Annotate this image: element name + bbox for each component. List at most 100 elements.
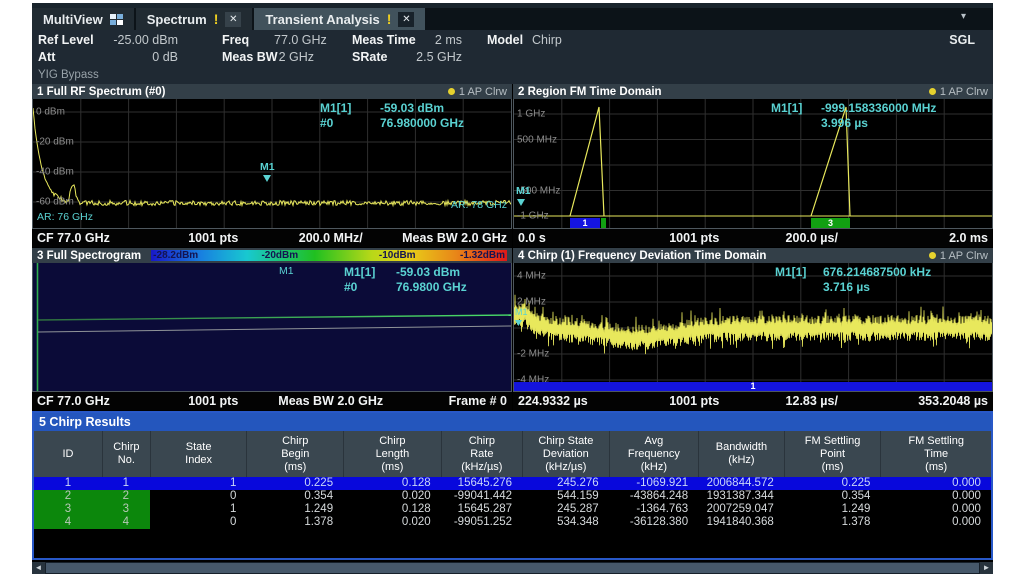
column-header[interactable]: Chirp State Deviation (kHz/µs) <box>522 431 609 477</box>
panel1-title: 1 Full RF Spectrum (#0) <box>37 86 165 98</box>
marker-readout: M1[1]676.214687500 kHz3.716 µs <box>775 264 989 294</box>
tab-overflow-caret-icon[interactable]: ▾ <box>961 11 966 22</box>
table-cell: 0 <box>150 516 247 529</box>
table-row[interactable]: 3311.2490.12815645.287245.287-1364.76320… <box>34 503 991 516</box>
info-cell: 1001 pts <box>155 394 273 408</box>
y-axis-label: -40 dBm <box>36 167 74 178</box>
setting-value[interactable]: 77.0 GHz <box>274 33 314 47</box>
setting-value[interactable]: Chirp <box>532 33 592 47</box>
colorbar-label: -20dBm <box>261 250 298 261</box>
panel-full-spectrogram[interactable]: 3 Full Spectrogram -28.2dBm-20dBm-10dBm-… <box>32 248 512 410</box>
table-cell: 4 <box>102 516 150 529</box>
y-axis-label: -2 MHz <box>517 349 549 360</box>
y-axis-label: 1 GHz <box>517 109 545 120</box>
tab-transient-analysis[interactable]: Transient Analysis!✕ <box>254 8 425 30</box>
table-cell: 1.378 <box>784 516 881 529</box>
column-header[interactable]: Chirp Rate (kHz/µs) <box>441 431 522 477</box>
info-cell: 1001 pts <box>155 231 273 245</box>
results-table-body: 1110.2250.12815645.276245.276-1069.92120… <box>34 477 991 529</box>
colorbar-label: -1.32dBm <box>460 250 505 261</box>
panel3-header[interactable]: 3 Full Spectrogram -28.2dBm-20dBm-10dBm-… <box>32 248 512 263</box>
panel4-chart[interactable]: 4 MHz2 MHz-2 MHz-4 MHzM1[1]676.214687500… <box>513 263 993 392</box>
info-cell: Meas BW 2.0 GHz <box>272 394 390 408</box>
panel2-title: 2 Region FM Time Domain <box>518 86 662 98</box>
column-header[interactable]: State Index <box>150 431 247 477</box>
panel-full-rf-spectrum[interactable]: 1 Full RF Spectrum (#0) 1 AP Clrw 0 dBm-… <box>32 84 512 247</box>
marker-annotation: M1 <box>516 185 531 197</box>
marker-annotation: M1 <box>515 307 528 317</box>
tab-multiview[interactable]: MultiView <box>32 8 134 30</box>
setting-value[interactable]: 2 ms <box>422 33 462 47</box>
scroll-left-arrow[interactable]: ◄ <box>32 562 45 574</box>
setting-value[interactable]: 2.5 GHz <box>404 50 462 64</box>
table-cell: 3 <box>102 503 150 516</box>
panel3-chart[interactable]: M1[1]-59.03 dBm#076.9800 GHzM1 <box>32 263 512 392</box>
table-cell: 1.378 <box>246 516 343 529</box>
region-marker-1[interactable]: 1 <box>514 382 992 391</box>
y-axis-label: -20 dBm <box>36 137 74 148</box>
info-cell: 0.0 s <box>518 231 636 245</box>
column-header[interactable]: Chirp Length (ms) <box>343 431 441 477</box>
horizontal-scrollbar[interactable]: ◄ ► <box>32 562 993 574</box>
table-cell: 544.159 <box>522 490 609 503</box>
info-cell: 2.0 ms <box>871 231 989 245</box>
column-header[interactable]: Bandwidth (kHz) <box>698 431 784 477</box>
marker-readout: M1[1]-59.03 dBm#076.980000 GHz <box>320 100 508 130</box>
scroll-right-arrow[interactable]: ► <box>980 562 993 574</box>
info-cell: 224.9332 µs <box>518 394 636 408</box>
region-marker-1[interactable]: 1 <box>570 218 600 228</box>
table-row[interactable]: 2200.3540.020-99041.442544.159-43864.248… <box>34 490 991 503</box>
panel1-axis-info-bar: CF 77.0 GHz1001 pts200.0 MHz/Meas BW 2.0… <box>32 229 512 247</box>
info-cell: Meas BW 2.0 GHz <box>390 231 508 245</box>
table-cell: -1364.763 <box>609 503 698 516</box>
region-marker-3[interactable]: 3 <box>811 218 850 228</box>
table-cell: 1941840.368 <box>698 516 784 529</box>
y-axis-label: -1 GHz <box>517 211 549 222</box>
column-header[interactable]: ID <box>34 431 102 477</box>
marker-name: #0 <box>320 116 380 130</box>
table-cell: 1 <box>150 503 247 516</box>
table-cell: 2 <box>34 490 102 503</box>
table-cell: -99051.252 <box>441 516 522 529</box>
panel4-header[interactable]: 4 Chirp (1) Frequency Deviation Time Dom… <box>513 248 993 263</box>
column-header[interactable]: FM Settling Time (ms) <box>880 431 991 477</box>
info-cell: 1001 pts <box>636 231 754 245</box>
column-header[interactable]: FM Settling Point (ms) <box>784 431 881 477</box>
tab-spectrum[interactable]: Spectrum!✕ <box>136 8 253 30</box>
close-icon[interactable]: ✕ <box>225 12 241 27</box>
table-cell: 0.000 <box>880 503 991 516</box>
results-table-header: IDChirp No.State IndexChirp Begin (ms)Ch… <box>34 431 991 477</box>
table-cell: 1 <box>150 477 247 490</box>
info-cell: 200.0 MHz/ <box>272 231 390 245</box>
table-cell: 0.354 <box>784 490 881 503</box>
column-header[interactable]: Chirp No. <box>102 431 150 477</box>
panel2-header[interactable]: 2 Region FM Time Domain 1 AP Clrw <box>513 84 993 99</box>
marker-name: M1[1] <box>320 101 380 115</box>
setting-value[interactable]: -25.00 dBm <box>92 33 178 47</box>
panel2-trace-label: 1 AP Clrw <box>929 86 988 98</box>
close-icon[interactable]: ✕ <box>398 12 414 27</box>
scroll-thumb[interactable] <box>46 563 979 573</box>
panel-chirp-frequency-deviation[interactable]: 4 Chirp (1) Frequency Deviation Time Dom… <box>513 248 993 410</box>
panel-region-fm-time-domain[interactable]: 2 Region FM Time Domain 1 AP Clrw 1 GHz5… <box>513 84 993 247</box>
panel1-chart[interactable]: 0 dBm-20 dBm-40 dBm-60 dBmM1[1]-59.03 dB… <box>32 99 512 229</box>
table-row[interactable]: 1110.2250.12815645.276245.276-1069.92120… <box>34 477 991 490</box>
warning-icon: ! <box>387 11 392 27</box>
marker-annotation: M1 <box>279 265 294 277</box>
setting-value[interactable]: 0 dB <box>92 50 178 64</box>
results-title-bar[interactable]: 5 Chirp Results <box>34 413 991 431</box>
info-cell: CF 77.0 GHz <box>37 231 155 245</box>
channel-tab-bar: MultiViewSpectrum!✕Transient Analysis!✕ <box>32 8 993 30</box>
table-row[interactable]: 4401.3780.020-99051.252534.348-36128.380… <box>34 516 991 529</box>
panel-chirp-results[interactable]: 5 Chirp Results IDChirp No.State IndexCh… <box>32 411 993 560</box>
tab-label: Spectrum <box>147 12 207 27</box>
column-header[interactable]: Chirp Begin (ms) <box>246 431 343 477</box>
column-header[interactable]: Avg Frequency (kHz) <box>609 431 698 477</box>
marker-value: 3.716 µs <box>823 280 989 294</box>
setting-value[interactable]: 2 GHz <box>274 50 314 64</box>
table-cell: 1.249 <box>784 503 881 516</box>
table-cell: 15645.287 <box>441 503 522 516</box>
panel2-chart[interactable]: 1 GHz500 MHz-500 MHz-1 GHzM1[1]-999.1583… <box>513 99 993 229</box>
panel1-header[interactable]: 1 Full RF Spectrum (#0) 1 AP Clrw <box>32 84 512 99</box>
panel4-title: 4 Chirp (1) Frequency Deviation Time Dom… <box>518 250 766 262</box>
